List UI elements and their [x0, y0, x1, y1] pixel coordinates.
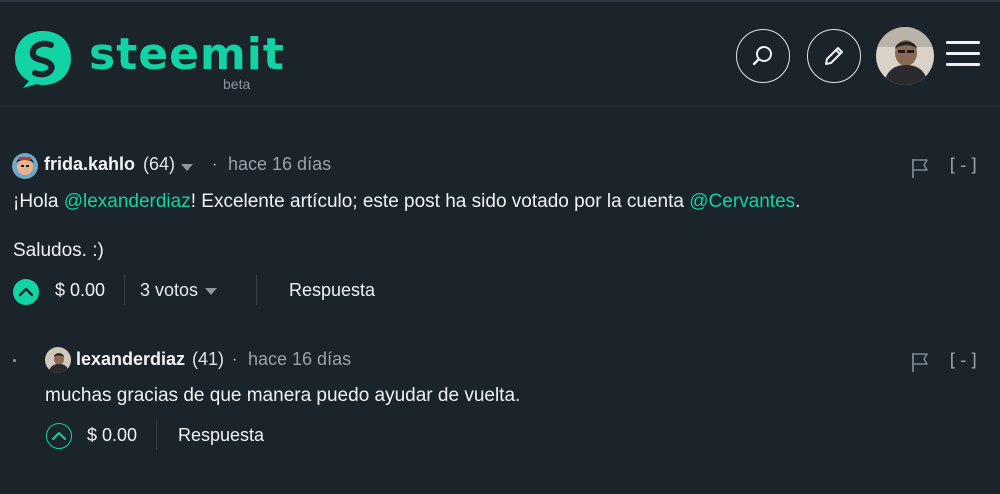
payout-value[interactable]: $ 0.00 — [87, 425, 137, 446]
body-text-prefix: ¡Hola — [13, 191, 64, 212]
user-avatar[interactable] — [876, 27, 934, 85]
upvote-button[interactable] — [13, 279, 39, 305]
body-text-suffix: . — [795, 191, 801, 212]
beta-label: beta — [223, 76, 251, 92]
vote-count[interactable]: 3 votos — [140, 280, 198, 301]
search-button[interactable] — [736, 29, 790, 83]
steemit-logo-icon[interactable] — [11, 27, 75, 91]
flag-icon[interactable] — [910, 157, 930, 179]
comment-timestamp[interactable]: hace 16 días — [228, 154, 331, 175]
thread-indicator — [13, 359, 16, 362]
mention-link[interactable]: @Cervantes — [689, 191, 795, 212]
avatar[interactable] — [12, 153, 38, 179]
separator-dot: · — [212, 156, 218, 173]
comment-body-signoff: Saludos. :) — [13, 240, 104, 261]
chevron-down-icon[interactable] — [205, 288, 217, 295]
flag-icon[interactable] — [910, 351, 930, 373]
divider — [156, 420, 157, 450]
top-header: steemit beta — [0, 0, 1000, 107]
reputation-score: (64) — [143, 154, 176, 174]
payout-value[interactable]: $ 0.00 — [55, 280, 105, 301]
comment-author[interactable]: frida.kahlo — [44, 154, 135, 175]
reputation-score: (41) — [192, 349, 225, 369]
comment-author[interactable]: lexanderdiaz — [76, 349, 185, 370]
chevron-up-icon — [52, 432, 66, 440]
avatar[interactable] — [45, 347, 71, 373]
brand-name[interactable]: steemit — [89, 30, 285, 80]
hamburger-menu-icon[interactable] — [946, 41, 980, 71]
divider — [256, 275, 257, 305]
body-text-middle: ! Excelente artículo; este post ha sido … — [190, 191, 690, 212]
separator-dot: · — [232, 351, 238, 368]
write-post-button[interactable] — [807, 29, 861, 83]
divider — [124, 275, 125, 305]
collapse-toggle[interactable]: [-] — [947, 350, 980, 371]
search-icon — [752, 46, 772, 66]
comment-body: ¡Hola @lexanderdiaz! Excelente artículo;… — [13, 191, 800, 213]
mention-link[interactable]: @lexanderdiaz — [64, 191, 191, 212]
reply-button[interactable]: Respuesta — [289, 280, 375, 301]
chevron-up-icon — [18, 287, 34, 297]
comment-body: muchas gracias de que manera puedo ayuda… — [45, 385, 521, 406]
upvote-button[interactable] — [46, 423, 72, 449]
collapse-toggle[interactable]: [-] — [947, 155, 980, 176]
reply-button[interactable]: Respuesta — [178, 425, 264, 446]
comment-timestamp[interactable]: hace 16 días — [248, 349, 351, 370]
chevron-down-icon[interactable] — [181, 164, 193, 171]
pencil-icon — [825, 47, 843, 65]
